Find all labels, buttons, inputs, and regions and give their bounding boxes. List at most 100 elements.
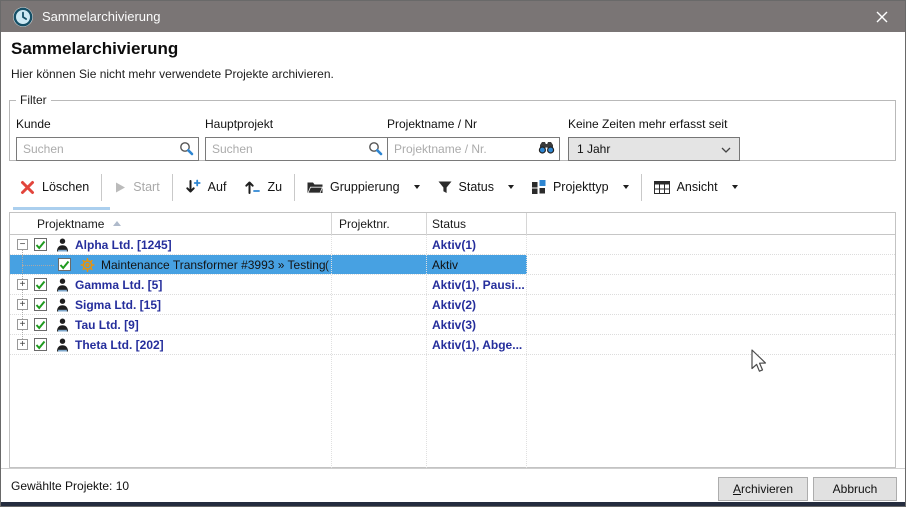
dropdown-caret-icon	[732, 185, 738, 189]
toolbar-separator	[172, 174, 173, 201]
expand-expander-icon[interactable]: +	[17, 299, 28, 310]
column-header-projektname[interactable]: Projektname	[10, 213, 332, 235]
status-cell: Aktiv(3)	[427, 315, 527, 334]
customer-person-icon	[56, 338, 69, 352]
row-checkbox[interactable]	[58, 258, 71, 271]
dropdown-caret-icon	[508, 185, 514, 189]
projektname-cell: +Sigma Ltd. [15]	[10, 295, 332, 314]
customer-person-icon	[56, 318, 69, 332]
row-checkbox[interactable]	[34, 238, 47, 251]
clock-app-icon	[13, 7, 33, 27]
column-label: Projektname	[37, 217, 104, 231]
footer-separator	[1, 468, 905, 469]
column-header-projektnr[interactable]: Projektnr.	[332, 213, 427, 235]
binoculars-icon	[538, 141, 555, 154]
hauptprojekt-search-input[interactable]	[205, 137, 388, 161]
row-checkbox[interactable]	[34, 338, 47, 351]
column-gridline	[426, 235, 427, 468]
zu-button[interactable]: Zu	[235, 174, 291, 200]
zu-label: Zu	[267, 180, 282, 194]
check-icon	[35, 240, 46, 250]
row-checkbox[interactable]	[34, 298, 47, 311]
tree-trunk-line	[22, 245, 23, 345]
toolbar-separator	[641, 174, 642, 201]
table-row[interactable]: −Alpha Ltd. [1245]Aktiv(1)	[10, 235, 895, 255]
projektnr-cell	[332, 315, 427, 334]
close-icon	[876, 11, 888, 23]
zeitraum-label: Keine Zeiten mehr erfasst seit	[568, 117, 740, 131]
filter-funnel-icon	[438, 181, 452, 194]
tree-connector	[22, 255, 56, 274]
customer-person-icon	[56, 278, 69, 292]
kunde-search-input[interactable]	[16, 137, 199, 161]
column-header-status[interactable]: Status	[427, 213, 527, 235]
toolbar-separator	[294, 174, 295, 201]
expand-expander-icon[interactable]: +	[17, 339, 28, 350]
auf-button[interactable]: Auf	[176, 174, 236, 200]
project-type-squares-icon	[532, 180, 546, 194]
column-gridline	[331, 235, 332, 468]
projects-table: Projektname Projektnr. Status −Alpha Ltd…	[9, 212, 896, 468]
gruppierung-button[interactable]: Gruppierung	[298, 175, 429, 199]
mouse-cursor	[751, 349, 768, 374]
gruppierung-label: Gruppierung	[330, 180, 400, 194]
customer-person-icon	[56, 238, 69, 252]
column-header-filler	[527, 213, 895, 235]
projekttyp-label: Projekttyp	[553, 180, 609, 194]
delete-x-icon	[20, 180, 35, 195]
status-cell: Aktiv	[427, 255, 527, 274]
toolbar: Löschen Start Auf	[9, 167, 896, 207]
filter-legend: Filter	[16, 93, 51, 107]
archivieren-button[interactable]: Archivieren	[718, 477, 808, 501]
check-icon	[35, 280, 46, 290]
expand-expander-icon[interactable]: +	[17, 279, 28, 290]
toolbar-scrollbar-thumb[interactable]	[13, 207, 110, 210]
projektnr-cell	[332, 335, 427, 354]
projektname-cell: Maintenance Transformer #3993 » Testing(	[10, 255, 332, 274]
collapse-expander-icon[interactable]: −	[17, 239, 28, 250]
loeschen-button[interactable]: Löschen	[11, 175, 98, 200]
projekttyp-button[interactable]: Projekttyp	[523, 175, 638, 199]
start-label: Start	[133, 180, 159, 194]
status-cell: Aktiv(2)	[427, 295, 527, 314]
status-label: Status	[459, 180, 494, 194]
page-title: Sammelarchivierung	[11, 39, 178, 59]
window-bottom-border	[1, 502, 905, 506]
projektnr-cell	[332, 275, 427, 294]
filler-cell	[527, 235, 895, 254]
start-button[interactable]: Start	[105, 175, 168, 199]
collapse-all-icon	[244, 179, 260, 195]
column-label: Status	[432, 217, 466, 231]
hauptprojekt-label: Hauptprojekt	[205, 117, 388, 131]
search-icon[interactable]	[179, 141, 194, 156]
filler-cell	[527, 295, 895, 314]
filler-cell	[527, 335, 895, 354]
abbruch-button[interactable]: Abbruch	[813, 477, 897, 501]
row-checkbox[interactable]	[34, 278, 47, 291]
status-button[interactable]: Status	[429, 175, 523, 199]
check-icon	[59, 260, 70, 270]
window-title: Sammelarchivierung	[42, 9, 161, 24]
projektname-input[interactable]	[387, 137, 560, 161]
close-button[interactable]	[859, 1, 905, 32]
page-subtitle: Hier können Sie nicht mehr verwendete Pr…	[11, 67, 334, 81]
projektname-cell: +Theta Ltd. [202]	[10, 335, 332, 354]
column-label: Projektnr.	[339, 217, 390, 231]
ansicht-button[interactable]: Ansicht	[645, 175, 747, 199]
search-icon[interactable]	[368, 141, 383, 156]
expand-expander-icon[interactable]: +	[17, 319, 28, 330]
row-checkbox[interactable]	[34, 318, 47, 331]
projektnr-cell	[332, 235, 427, 254]
zeitraum-select[interactable]: 1 Jahr	[568, 137, 740, 161]
table-row[interactable]: +Tau Ltd. [9]Aktiv(3)	[10, 315, 895, 335]
table-row[interactable]: +Sigma Ltd. [15] Aktiv(2)	[10, 295, 895, 315]
table-row[interactable]: +Gamma Ltd. [5]Aktiv(1), Pausi...	[10, 275, 895, 295]
titlebar[interactable]: Sammelarchivierung	[1, 1, 905, 32]
folder-icon	[307, 181, 323, 194]
sort-ascending-icon	[113, 221, 121, 226]
loeschen-label: Löschen	[42, 180, 89, 194]
kunde-field: Kunde	[16, 117, 199, 161]
filler-cell	[527, 315, 895, 334]
table-row[interactable]: Maintenance Transformer #3993 » Testing(…	[10, 255, 895, 275]
hauptprojekt-field: Hauptprojekt	[205, 117, 388, 161]
